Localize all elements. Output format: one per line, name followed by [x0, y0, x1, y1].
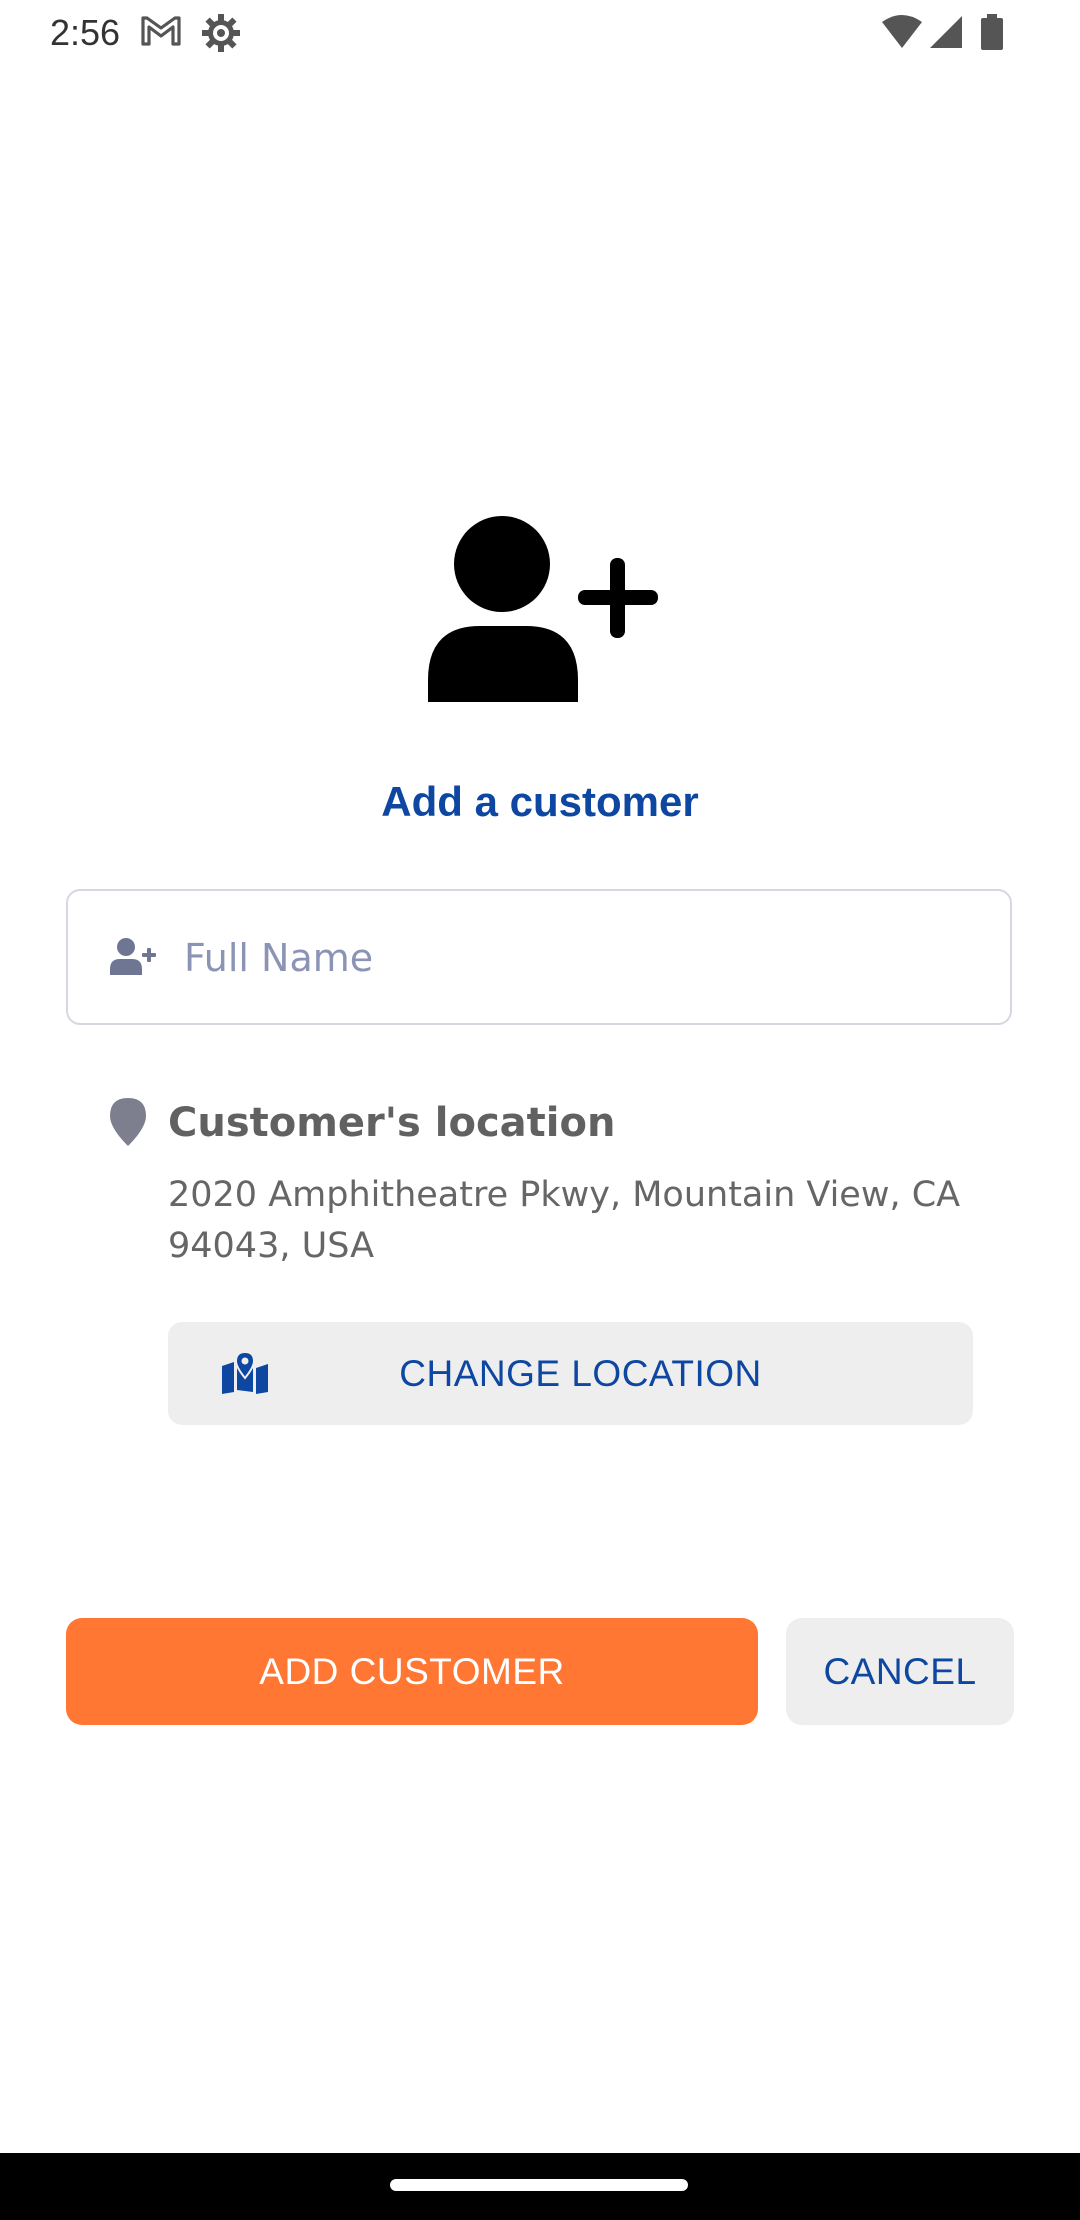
add-customer-button[interactable]: ADD CUSTOMER [66, 1618, 758, 1725]
change-location-label: CHANGE LOCATION [399, 1353, 762, 1394]
location-heading: Customer's location [168, 1100, 616, 1146]
location-address: 2020 Amphitheatre Pkwy, Mountain View, C… [168, 1175, 961, 1266]
full-name-field[interactable] [66, 889, 1012, 1025]
add-user-icon [110, 938, 156, 975]
add-person-icon [428, 516, 658, 702]
signal-icon [930, 16, 962, 48]
full-name-input[interactable] [182, 921, 986, 995]
change-location-button[interactable]: CHANGE LOCATION [168, 1322, 973, 1425]
navigation-bar [0, 2153, 1080, 2220]
wifi-icon [882, 15, 922, 48]
home-gesture-handle[interactable] [390, 2179, 688, 2191]
location-pin-icon [110, 1098, 146, 1146]
status-time: 2:56 [50, 12, 121, 53]
cancel-button[interactable]: CANCEL [786, 1618, 1014, 1725]
page-title: Add a customer [381, 778, 699, 825]
battery-icon [981, 14, 1003, 50]
gmail-icon [141, 16, 181, 46]
gear-icon [202, 14, 240, 52]
status-bar: 2:56 [0, 0, 1080, 66]
